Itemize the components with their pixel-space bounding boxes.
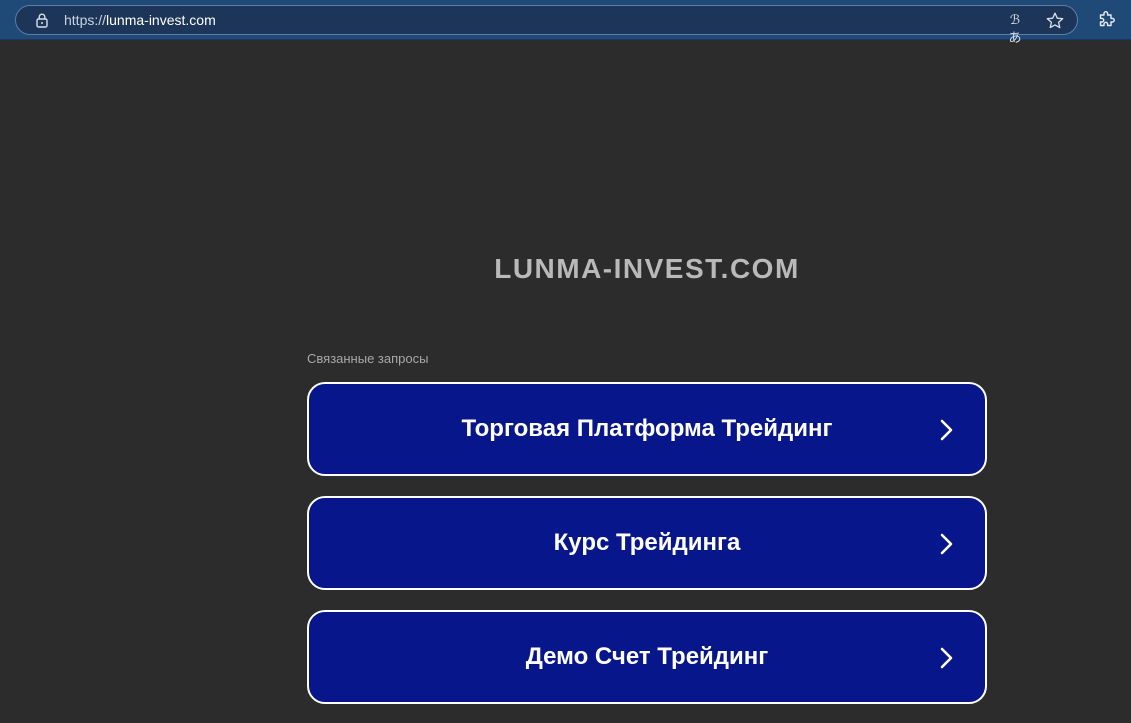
site-title: LUNMA-INVEST.COM xyxy=(494,253,800,284)
related-search-label: Демо Счет Трейдинг xyxy=(525,643,769,670)
browser-toolbar: https://lunma-invest.com ℬあ xyxy=(0,0,1131,45)
related-search-button-1[interactable]: Торговая Платформа Трейдинг xyxy=(307,382,987,476)
puzzle-icon[interactable] xyxy=(1097,10,1117,30)
star-icon[interactable] xyxy=(1045,11,1065,31)
related-search-button-2[interactable]: Курс Трейдинга xyxy=(307,496,987,590)
url-scheme: https:// xyxy=(64,12,107,28)
related-search-label: Торговая Платформа Трейдинг xyxy=(461,415,833,442)
related-search-button-3[interactable]: Демо Счет Трейдинг xyxy=(307,610,987,704)
related-search-label: Курс Трейдинга xyxy=(553,529,741,556)
url-text[interactable]: https://lunma-invest.com xyxy=(64,12,216,28)
related-searches-label: Связанные запросы xyxy=(307,351,429,366)
chevron-right-icon xyxy=(940,647,953,669)
lock-icon[interactable] xyxy=(34,12,50,28)
translate-icon[interactable]: ℬあ xyxy=(1004,11,1026,45)
chevron-right-icon xyxy=(940,533,953,555)
url-host: lunma-invest.com xyxy=(106,12,216,28)
chevron-right-icon xyxy=(940,419,953,441)
address-bar[interactable]: https://lunma-invest.com ℬあ xyxy=(15,5,1078,45)
